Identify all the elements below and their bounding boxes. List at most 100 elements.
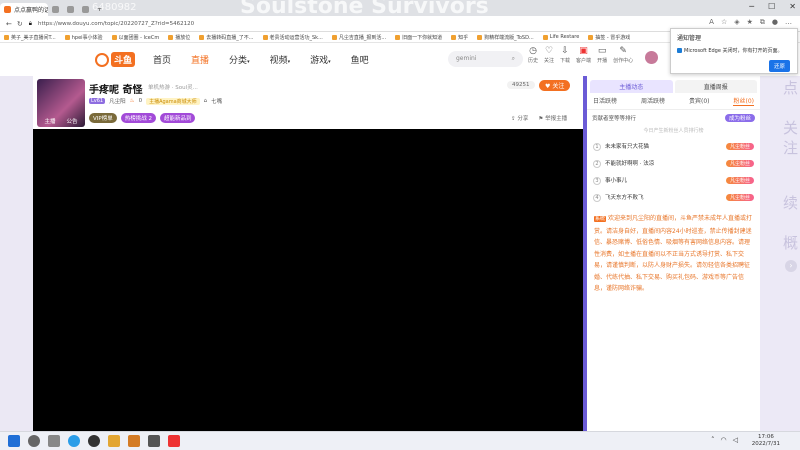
bookmark[interactable]: 以面团圈 - IceCm <box>111 34 160 41</box>
chevron-right-icon[interactable]: › <box>785 260 797 272</box>
tab-label: 点点赢鸭的话_火龙曲吧平 <box>14 7 48 14</box>
rank-row[interactable]: 2 不能就好啊啊 · 法凉 凡尘粉丝 <box>587 155 760 172</box>
nav-video[interactable]: 视频▾ <box>270 53 291 66</box>
bookmark-label: 以面团圈 - IceCm <box>118 34 160 41</box>
steam-icon[interactable] <box>148 435 160 447</box>
vip-rank-badge[interactable]: VIP榜单 <box>89 113 117 123</box>
clock[interactable]: 17:06 2022/7/31 <box>752 434 780 448</box>
nav-yuba[interactable]: 鱼吧 <box>351 53 369 66</box>
more-icon[interactable]: … <box>785 18 792 27</box>
browser-tab[interactable] <box>63 3 78 16</box>
browser-tab[interactable] <box>78 3 93 16</box>
extension-icon[interactable]: ◈ <box>734 18 739 27</box>
heat-count: 0 <box>138 98 143 104</box>
download-button[interactable]: ⇩ 下载 <box>560 46 570 64</box>
minimize-icon[interactable]: ─ <box>749 2 754 11</box>
hot-challenge-badge[interactable]: 热榜挑战 2 <box>120 113 156 123</box>
new-product-badge[interactable]: 超能新品到 <box>159 113 196 123</box>
follow-label: 关注 <box>544 58 555 64</box>
tab-vip-rank[interactable]: 贵宾(0) <box>689 96 710 106</box>
bookmark[interactable]: 播放位 <box>168 34 190 41</box>
deco-char: 点 <box>781 80 799 95</box>
bookmark[interactable]: 英子_美子直播间T... <box>4 34 56 41</box>
bookmark[interactable]: 去播转码直播_了不... <box>199 34 254 41</box>
bookmark-label: 去播转码直播_了不... <box>206 34 254 41</box>
favorites-icon[interactable]: ★ <box>747 18 753 27</box>
back-icon[interactable]: ← <box>6 20 12 28</box>
task-view-icon[interactable] <box>48 435 60 447</box>
user-avatar[interactable] <box>645 51 658 64</box>
search-icon[interactable]: ⌕ <box>512 55 515 63</box>
url-field[interactable]: https://www.douyu.com/topic/20220727_Z?r… <box>38 21 194 27</box>
star-icon[interactable]: ☆ <box>721 18 727 27</box>
rank-row[interactable]: 1 未未家有只大花猫 凡尘粉丝 <box>587 138 760 155</box>
bookmark-icon <box>588 34 594 40</box>
follow-list-button[interactable]: ♡ 关注 <box>544 46 554 64</box>
bookmark[interactable]: 旧面一下你就知道 <box>395 34 442 41</box>
nav-category[interactable]: 分类▾ <box>229 53 250 66</box>
bookmark[interactable]: hpei事小体验 <box>64 34 103 41</box>
bookmark-label: 老贵活动运营活功_Sk... <box>269 34 323 41</box>
nav-live[interactable]: 直播 <box>191 53 209 66</box>
obs-icon[interactable] <box>88 435 100 447</box>
bookmark[interactable]: 抽签 - 冒乎游戏 <box>588 34 630 41</box>
maximize-icon[interactable]: ☐ <box>768 2 775 11</box>
extra-label[interactable]: 七嘴 <box>211 97 222 105</box>
douyu-app-icon[interactable] <box>168 435 180 447</box>
douyu-logo[interactable]: 斗鱼 <box>95 52 136 67</box>
tab-daily-rank[interactable]: 日活跃榜 <box>593 96 617 106</box>
become-fan-button[interactable]: 成为粉丝 <box>724 114 755 122</box>
anchor-caption-right[interactable]: 公告 <box>66 117 77 125</box>
bookmark[interactable]: 知乎 <box>451 34 468 41</box>
shop-badge[interactable]: 主播Agama商城大师 <box>146 97 200 105</box>
edge-icon[interactable] <box>68 435 80 447</box>
explorer-icon[interactable] <box>108 435 120 447</box>
browser-tab[interactable] <box>48 3 63 16</box>
bookmark-label: 播放位 <box>175 34 191 41</box>
nav-home[interactable]: 首页 <box>153 53 171 66</box>
go-live-button[interactable]: ▭ 开播 <box>597 46 607 64</box>
tab-weekly-rank[interactable]: 周活跃榜 <box>641 96 665 106</box>
client-button[interactable]: ▣ 客户端 <box>576 46 591 64</box>
anchor-name[interactable]: 凡尘阳 <box>109 97 126 105</box>
nav-game[interactable]: 游戏▾ <box>310 53 331 66</box>
search-icon[interactable] <box>28 435 40 447</box>
anchor-caption-left[interactable]: 主播 <box>44 117 55 125</box>
report-button[interactable]: ⚑ 举报主播 <box>538 114 567 122</box>
anchor-avatar[interactable]: 主播 公告 <box>37 79 85 127</box>
video-player[interactable] <box>33 129 583 431</box>
deco-char: 注 <box>781 140 799 155</box>
rank-row[interactable]: 4 飞天东方不败飞 凡尘粉丝 <box>587 189 760 206</box>
bookmark-icon <box>451 34 457 40</box>
follow-button[interactable]: ♥ 关注 <box>539 80 571 91</box>
bookmark[interactable]: 老贵活动运营活功_Sk... <box>262 34 323 41</box>
browser-tab-active[interactable]: 点点赢鸭的话_火龙曲吧平 ✕ <box>0 3 48 16</box>
profile-icon[interactable]: ● <box>772 18 778 27</box>
collections-icon[interactable]: ⧉ <box>760 18 765 27</box>
client-icon: ▣ <box>579 46 588 56</box>
bookmark[interactable]: 狗精样端流版_ToSD... <box>477 34 534 41</box>
tab-weekly-report[interactable]: 直播周报 <box>674 80 757 93</box>
tab-anchor-updates[interactable]: 主播动态 <box>590 80 673 93</box>
room-category[interactable]: 单机热游 · Soul灵... <box>148 83 198 91</box>
bookmark[interactable]: Life Restare <box>542 34 580 40</box>
chevron-up-icon[interactable]: ˄ <box>711 436 715 444</box>
wifi-icon[interactable]: ◠ <box>721 436 727 444</box>
translate-icon[interactable]: A <box>709 18 714 27</box>
history-button[interactable]: ◷ 历史 <box>528 46 538 64</box>
search-input[interactable]: gemini ⌕ <box>448 51 523 67</box>
windows-start-icon[interactable] <box>8 435 20 447</box>
bookmark[interactable]: 凡尘吉直播_报到活... <box>331 34 386 41</box>
refresh-icon[interactable]: ↻ <box>17 20 23 28</box>
rank-row[interactable]: 3 事小事儿 凡尘粉丝 <box>587 172 760 189</box>
popup-message-text: Microsoft Edge 关闭时，你有打开的页面。 <box>684 48 783 54</box>
follow-label: 关注 <box>552 83 565 90</box>
restore-button[interactable]: 还原 <box>769 60 791 72</box>
app-icon[interactable] <box>128 435 140 447</box>
creator-center-button[interactable]: ✎ 创作中心 <box>613 46 633 64</box>
close-window-icon[interactable]: ✕ <box>789 2 796 11</box>
share-button[interactable]: ⇪ 分享 <box>511 114 528 122</box>
volume-icon[interactable]: ◁ <box>733 436 738 444</box>
tab-fans-rank[interactable]: 粉丝(0) <box>733 96 754 106</box>
bookmark-label: Life Restare <box>549 34 580 40</box>
